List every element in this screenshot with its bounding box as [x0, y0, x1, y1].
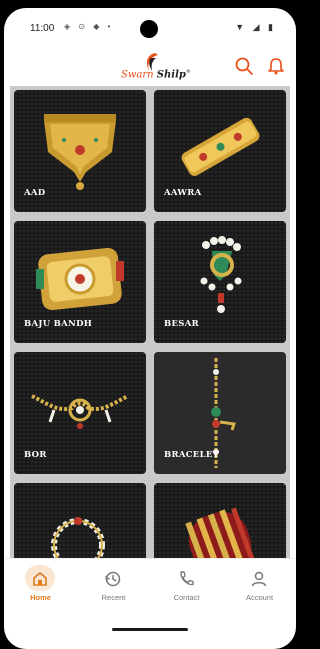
nav-account[interactable]: Account: [223, 559, 296, 617]
nav-label: Account: [245, 593, 274, 602]
category-label: BESAR: [164, 319, 199, 329]
category-card-aad[interactable]: AAD: [14, 90, 146, 212]
gesture-bar: [112, 628, 188, 631]
nav-label: Contact: [173, 593, 200, 602]
category-label: BAJU BANDH: [24, 319, 93, 329]
app-header: Swarn Shilp®: [4, 46, 296, 86]
nav-label: Recent: [101, 593, 126, 602]
brand-name: Swarn Shilp®: [121, 69, 191, 81]
category-label: BRACELET: [164, 450, 220, 460]
category-grid: AAD AAWRA BAJU BANDH BESAR BOR BRACELET: [10, 86, 290, 558]
brand-logo: Swarn Shilp®: [121, 52, 201, 82]
notification-icons: ◈ ⊙ ◆ •: [64, 22, 114, 31]
signal-battery-icons: ▼ ◢ ▮: [235, 22, 276, 32]
app-screen: 11:00 ◈ ⊙ ◆ • ▼ ◢ ▮ Swarn Shilp® AAD AAW…: [4, 8, 296, 649]
category-card-bracelet[interactable]: BRACELET: [154, 352, 286, 474]
category-card-aawra[interactable]: AAWRA: [154, 90, 286, 212]
nav-recent[interactable]: Recent: [77, 559, 150, 617]
search-icon[interactable]: [234, 56, 254, 76]
category-card-nose-ring[interactable]: [14, 483, 146, 558]
phone-icon: [180, 571, 194, 586]
category-label: AAD: [24, 188, 46, 198]
bangles-set-image: [185, 507, 255, 558]
nav-home[interactable]: Home: [4, 559, 77, 617]
category-card-besar[interactable]: BESAR: [154, 221, 286, 343]
category-label: AAWRA: [164, 188, 202, 198]
bottom-navigation: Home Recent Contact Account: [4, 558, 296, 617]
category-card-bangles[interactable]: [154, 483, 286, 558]
user-icon: [251, 571, 267, 587]
category-card-bor[interactable]: BOR: [14, 352, 146, 474]
category-label: BOR: [24, 450, 47, 460]
nav-label: Home: [30, 593, 51, 602]
nose-ring-image: [51, 517, 105, 558]
status-bar: 11:00 ◈ ⊙ ◆ • ▼ ◢ ▮: [4, 8, 296, 46]
home-icon: [33, 572, 47, 586]
camera-cutout: [140, 20, 158, 38]
bell-icon[interactable]: [266, 56, 286, 76]
history-icon: [105, 571, 121, 587]
status-time: 11:00: [30, 23, 55, 34]
nav-contact[interactable]: Contact: [150, 559, 223, 617]
category-card-baju-bandh[interactable]: BAJU BANDH: [14, 221, 146, 343]
